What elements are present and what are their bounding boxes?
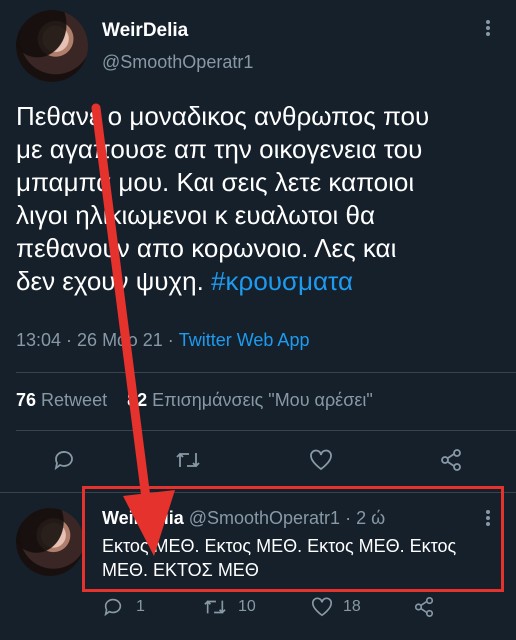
avatar[interactable] [16,10,88,82]
retweets-count[interactable]: 76 [16,390,36,410]
hashtag-link[interactable]: #κρουσματα [211,266,353,296]
reply-like-count[interactable]: 18 [343,598,361,616]
annotation-box [82,486,504,592]
reply-reply-icon[interactable] [102,596,124,618]
reply-reply-count[interactable]: 1 [136,598,145,616]
tweet-text: Πεθανε ο μοναδικος ανθρωπος που με αγαπο… [16,100,506,298]
likes-count[interactable]: 82 [127,390,147,410]
tweet-meta: 13:04 · 26 Μαρ 21 · Twitter Web App [16,330,309,351]
retweet-icon[interactable] [174,448,202,472]
share-icon[interactable] [438,448,464,472]
reply-share-icon[interactable] [412,596,436,618]
tweet-text-line: πεθανουν απο κορωνοιο. Λες και [16,233,397,263]
author-name[interactable]: WeirDelia [102,20,188,42]
more-icon[interactable] [486,18,490,38]
reply-icon[interactable] [52,448,76,472]
tweet-text-line: Πεθανε ο μοναδικος ανθρωπος που [16,101,430,131]
reply-like-icon[interactable] [310,596,334,618]
tweet-text-line: μπαμπα μου. Και σεις λετε καποιοι [16,167,415,197]
timestamp[interactable]: 13:04 · 26 Μαρ 21 · [16,330,179,350]
like-icon[interactable] [308,448,334,472]
retweets-label[interactable]: Retweet [41,390,107,410]
likes-label[interactable]: Επισημάνσεις "Μου αρέσει" [152,390,373,410]
tweet-text-line: δεν εχουν ψυχη. [16,266,204,296]
tweet-text-line: με αγαπουσε απ την οικογενεια του [16,134,423,164]
divider [16,372,516,373]
tweet-stats: 76 Retweet 82 Επισημάνσεις "Μου αρέσει" [16,390,373,411]
source-link[interactable]: Twitter Web App [179,330,310,350]
author-handle[interactable]: @SmoothOperatr1 [102,52,253,73]
reply-retweet-icon[interactable] [202,596,228,618]
reply-retweet-count[interactable]: 10 [238,598,256,616]
tweet-text-line: λιγοι ηλικιωμενοι κ ευαλωτοι θα [16,200,376,230]
divider [16,430,516,431]
reply-avatar[interactable] [16,508,84,576]
tweet-text-line-last: δεν εχουν ψυχη. #κρουσματα [16,265,506,298]
